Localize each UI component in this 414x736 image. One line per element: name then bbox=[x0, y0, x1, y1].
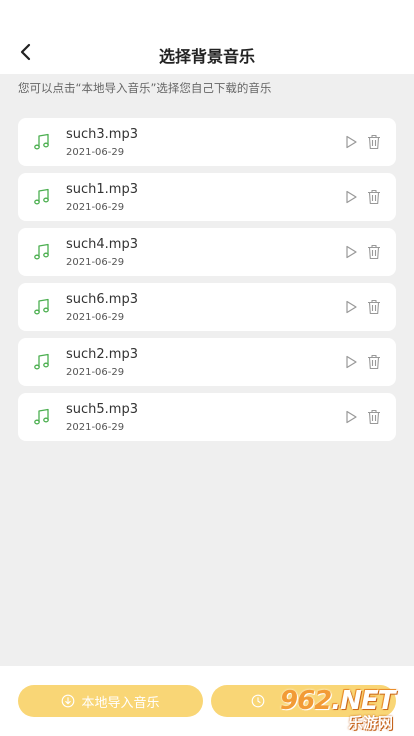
song-name: such6.mp3 bbox=[66, 292, 138, 307]
play-icon[interactable] bbox=[344, 135, 358, 149]
song-date: 2021-06-29 bbox=[66, 202, 125, 213]
song-date: 2021-06-29 bbox=[66, 312, 125, 323]
song-name: such2.mp3 bbox=[66, 347, 138, 362]
song-name: such5.mp3 bbox=[66, 402, 138, 417]
music-note-icon bbox=[34, 298, 49, 315]
clock-icon bbox=[251, 694, 265, 708]
music-list-item[interactable]: such4.mp3 2021-06-29 bbox=[18, 228, 396, 276]
music-note-icon bbox=[34, 353, 49, 370]
site-watermark-logo: 962.NET 乐游网 bbox=[274, 682, 414, 736]
song-date: 2021-06-29 bbox=[66, 257, 125, 268]
music-list-item[interactable]: such5.mp3 2021-06-29 bbox=[18, 393, 396, 441]
song-name: such3.mp3 bbox=[66, 127, 138, 142]
music-list: such3.mp3 2021-06-29 such1.mp3 2021-06-2… bbox=[18, 118, 396, 448]
trash-icon[interactable] bbox=[367, 189, 381, 205]
trash-icon[interactable] bbox=[367, 244, 381, 260]
music-list-item[interactable]: such1.mp3 2021-06-29 bbox=[18, 173, 396, 221]
song-name: such4.mp3 bbox=[66, 237, 138, 252]
watermark-sub-text: 乐游网 bbox=[348, 714, 394, 732]
music-list-item[interactable]: such6.mp3 2021-06-29 bbox=[18, 283, 396, 331]
song-date: 2021-06-29 bbox=[66, 147, 125, 158]
song-name: such1.mp3 bbox=[66, 182, 138, 197]
music-note-icon bbox=[34, 243, 49, 260]
song-date: 2021-06-29 bbox=[66, 367, 125, 378]
header-bar: 选择背景音乐 bbox=[0, 0, 414, 74]
play-icon[interactable] bbox=[344, 410, 358, 424]
local-import-button[interactable]: 本地导入音乐 bbox=[18, 685, 203, 717]
trash-icon[interactable] bbox=[367, 134, 381, 150]
play-icon[interactable] bbox=[344, 245, 358, 259]
import-hint-text: 您可以点击“本地导入音乐”选择您自己下载的音乐 bbox=[18, 81, 272, 95]
song-date: 2021-06-29 bbox=[66, 422, 125, 433]
music-note-icon bbox=[34, 133, 49, 150]
play-icon[interactable] bbox=[344, 190, 358, 204]
local-import-label: 本地导入音乐 bbox=[81, 695, 160, 711]
play-icon[interactable] bbox=[344, 300, 358, 314]
music-note-icon bbox=[34, 188, 49, 205]
music-list-item[interactable]: such3.mp3 2021-06-29 bbox=[18, 118, 396, 166]
play-icon[interactable] bbox=[344, 355, 358, 369]
music-list-item[interactable]: such2.mp3 2021-06-29 bbox=[18, 338, 396, 386]
trash-icon[interactable] bbox=[367, 409, 381, 425]
music-note-icon bbox=[34, 408, 49, 425]
trash-icon[interactable] bbox=[367, 299, 381, 315]
page-title: 选择背景音乐 bbox=[158, 47, 255, 66]
trash-icon[interactable] bbox=[367, 354, 381, 370]
download-circle-icon bbox=[62, 694, 75, 708]
